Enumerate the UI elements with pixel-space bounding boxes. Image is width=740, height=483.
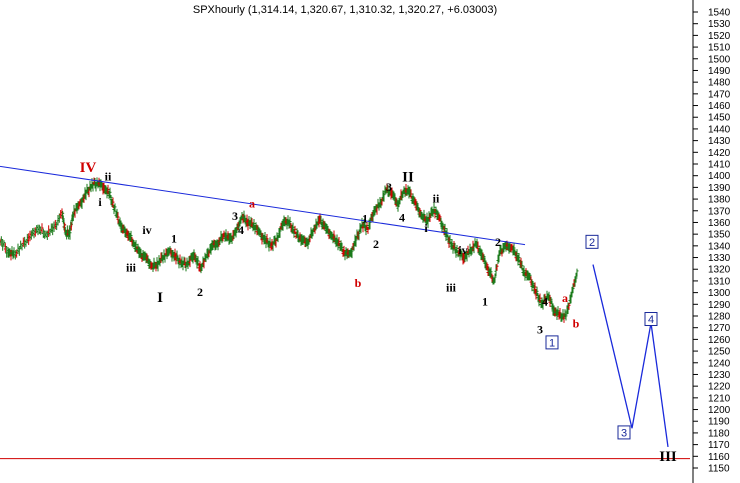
- spx-hourly-chart: SPXhourly (1,314.14, 1,320.67, 1,310.32,…: [0, 0, 731, 483]
- y-tick-label: 1350: [708, 230, 731, 241]
- wave-label: ii: [433, 192, 440, 206]
- wave-label: iii: [446, 280, 457, 294]
- wave-label: 2: [197, 285, 203, 299]
- y-tick-label: 1210: [708, 393, 731, 404]
- y-tick-label: 1320: [708, 265, 731, 276]
- wave-label: 1: [171, 231, 177, 245]
- wave-label: I: [157, 290, 163, 306]
- wave-label: ii: [105, 169, 112, 183]
- wave-label: 3: [537, 323, 543, 337]
- wave-label: 2: [495, 235, 501, 249]
- boxed-label: 2: [589, 237, 595, 249]
- y-tick-label: 1490: [708, 66, 731, 77]
- wave-label: 1: [482, 294, 488, 308]
- y-tick-label: 1510: [708, 43, 731, 54]
- wave-label: i: [98, 195, 102, 209]
- y-tick-label: 1330: [708, 253, 731, 264]
- boxed-label: 4: [648, 314, 654, 326]
- wave-label: a: [562, 291, 568, 305]
- y-tick-label: 1260: [708, 335, 731, 346]
- wave-label: 4: [399, 210, 405, 224]
- boxed-label: 3: [621, 427, 627, 439]
- y-tick-label: 1240: [708, 358, 731, 369]
- y-tick-label: 1420: [708, 148, 731, 159]
- y-tick-label: 1500: [708, 54, 731, 65]
- y-tick-label: 1430: [708, 136, 731, 147]
- wave-label: 3: [386, 180, 392, 194]
- y-tick-label: 1360: [708, 218, 731, 229]
- y-tick-label: 1310: [708, 276, 731, 287]
- y-tick-label: 1190: [708, 417, 730, 428]
- wave-label: II: [402, 170, 414, 186]
- wave-label: 2: [373, 237, 379, 251]
- y-tick-label: 1380: [708, 195, 731, 206]
- y-tick-label: 1410: [708, 160, 731, 171]
- overlay-lines: [0, 165, 690, 460]
- y-tick-label: 1230: [708, 370, 731, 381]
- price-bars: [0, 177, 579, 323]
- y-tick-label: 1220: [708, 382, 731, 393]
- y-tick-label: 1390: [708, 183, 731, 194]
- y-tick-label: 1180: [708, 428, 730, 439]
- wave-label: iv: [142, 223, 151, 237]
- y-tick-label: 1150: [708, 464, 730, 475]
- y-tick-label: 1200: [708, 405, 731, 416]
- wave-label: 4: [238, 223, 244, 237]
- y-tick-label: 1250: [708, 347, 731, 358]
- y-tick-label: 1280: [708, 312, 731, 323]
- wave-label: III: [659, 449, 677, 465]
- wave-label: a: [249, 196, 255, 210]
- y-tick-label: 1470: [708, 89, 731, 100]
- wave-label: 1: [362, 211, 368, 225]
- y-axis: 1540153015201510150014901480147014601450…: [693, 8, 731, 475]
- y-tick-label: 1340: [708, 241, 731, 252]
- wave-label: 3: [232, 209, 238, 223]
- y-tick-label: 1530: [708, 19, 731, 30]
- y-tick-label: 1160: [708, 452, 730, 463]
- chart-title: SPXhourly (1,314.14, 1,320.67, 1,310.32,…: [193, 4, 497, 16]
- y-tick-label: 1400: [708, 171, 731, 182]
- wave-label: b: [355, 276, 362, 290]
- boxed-wave-labels: 1 2 3 4: [545, 234, 658, 440]
- wave-label: 4: [542, 294, 548, 308]
- y-tick-label: 1540: [708, 8, 731, 19]
- y-tick-label: 1170: [708, 440, 730, 451]
- y-tick-label: 1300: [708, 288, 731, 299]
- y-tick-label: 1290: [708, 300, 731, 311]
- y-tick-label: 1370: [708, 206, 731, 217]
- y-tick-label: 1520: [708, 31, 731, 42]
- y-tick-label: 1440: [708, 124, 731, 135]
- wave-label: iii: [126, 261, 137, 275]
- wave-label: b: [573, 317, 580, 331]
- boxed-label: 1: [549, 337, 555, 349]
- wave-label: IV: [80, 160, 97, 176]
- wave-label: iv: [458, 243, 467, 257]
- y-tick-label: 1450: [708, 113, 731, 124]
- y-tick-label: 1480: [708, 78, 731, 89]
- projection-path: [592, 264, 669, 448]
- y-tick-label: 1270: [708, 323, 731, 334]
- y-tick-label: 1460: [708, 101, 731, 112]
